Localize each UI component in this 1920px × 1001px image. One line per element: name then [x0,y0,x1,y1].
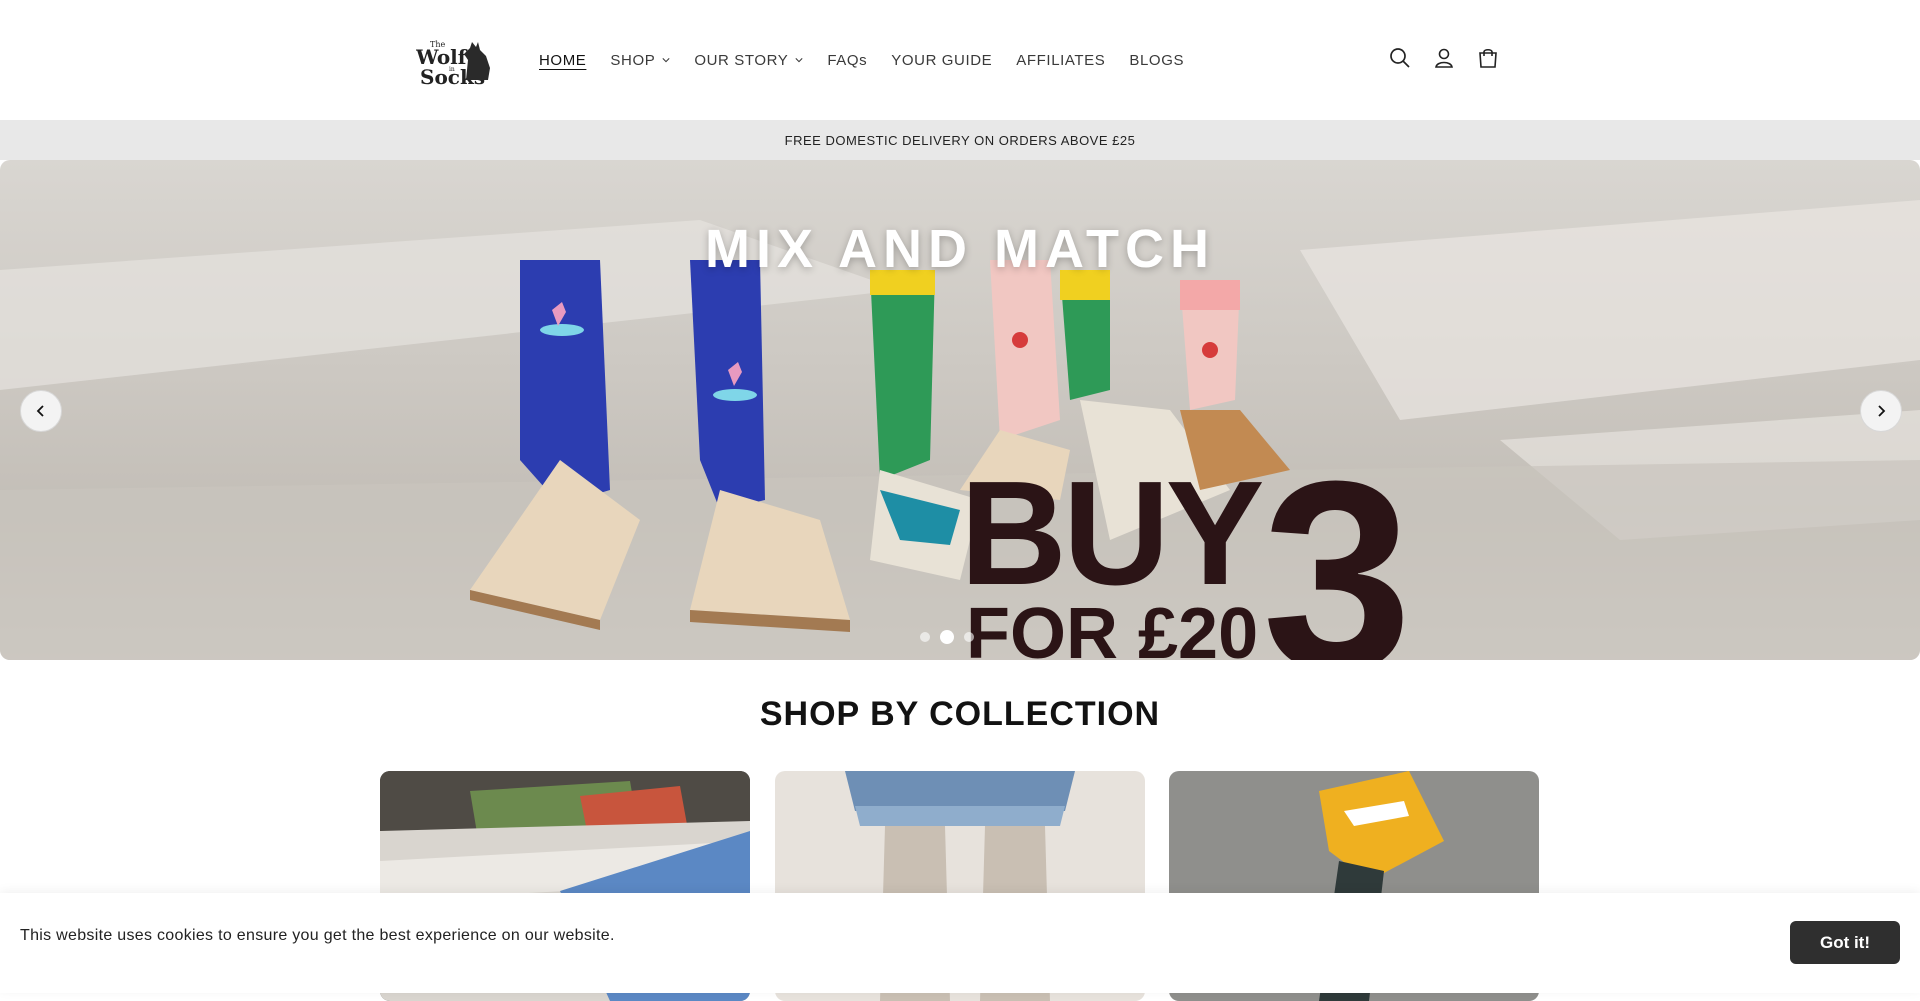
nav-faqs[interactable]: FAQs [827,52,867,69]
previous-slide-button[interactable] [20,390,62,432]
chevron-down-icon [795,58,803,63]
brand-logo[interactable]: The Wolf in Socks [415,34,496,89]
chevron-left-icon [36,405,44,417]
promo-buy-text: BUY [960,451,1264,616]
promo-number-text: 3 [1262,426,1413,661]
next-slide-button[interactable] [1860,390,1902,432]
hero-title: MIX AND MATCH [705,219,1215,279]
hero-slideshow: MIX AND MATCH BUY 3 FOR £20 [0,160,1920,660]
nav-home[interactable]: HOME [539,52,586,69]
account-icon [1435,48,1453,68]
cookie-accept-button[interactable]: Got it! [1790,921,1900,964]
search-icon [1390,48,1410,68]
collection-heading: SHOP BY COLLECTION [759,695,1161,733]
wolf-logo-icon: The Wolf in Socks [415,40,490,89]
nav-affiliates[interactable]: AFFILIATES [1016,52,1105,69]
chevron-right-icon [1878,405,1886,417]
slide-dot-1[interactable] [920,632,930,642]
nav-blogs[interactable]: BLOGS [1129,52,1184,69]
nav-your-guide[interactable]: YOUR GUIDE [891,52,992,69]
promo-price-text: FOR £20 [966,594,1259,660]
nav-shop[interactable]: SHOP [610,52,670,69]
header-icons [1388,46,1500,70]
search-button[interactable] [1388,46,1412,70]
cookie-banner: This website uses cookies to ensure you … [0,893,1920,993]
slide-dots [920,630,974,644]
account-button[interactable] [1432,46,1456,70]
site-header: The Wolf in Socks HOME SHOP OUR STORY FA… [0,0,1920,121]
announcement-text: FREE DOMESTIC DELIVERY ON ORDERS ABOVE £… [784,133,1136,148]
slide-dot-2[interactable] [940,630,954,644]
cart-button[interactable] [1476,46,1500,70]
chevron-down-icon [662,58,670,63]
nav-our-story[interactable]: OUR STORY [694,52,803,69]
slide-dot-3[interactable] [964,632,974,642]
cart-icon [1479,48,1497,68]
main-nav: HOME SHOP OUR STORY FAQs YOUR GUIDE AFFI… [539,0,1208,120]
announcement-bar: FREE DOMESTIC DELIVERY ON ORDERS ABOVE £… [0,121,1920,160]
cookie-message: This website uses cookies to ensure you … [20,927,615,944]
